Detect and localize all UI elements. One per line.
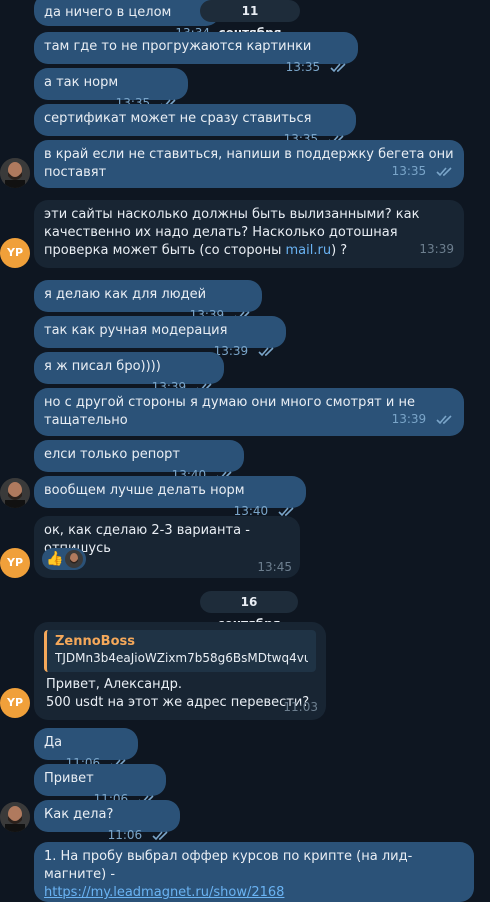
message-time: 11:06: [107, 828, 143, 842]
message-outgoing[interactable]: но с другой стороны я думаю они много см…: [34, 388, 464, 436]
message-meta: 13:39: [214, 344, 276, 358]
message-outgoing[interactable]: вообщем лучше делать норм 13:40: [34, 476, 306, 518]
message-text: а так норм: [44, 75, 119, 90]
double-check-icon: [436, 414, 454, 425]
message-text: так как ручная модерация: [44, 323, 228, 338]
message-time: 13:39: [419, 242, 454, 256]
message-time: 13:35: [391, 164, 427, 178]
message-incoming[interactable]: ZennoBoss TJDMn3b4eaJioWZixm7b58g6BsMDtw…: [34, 622, 326, 720]
message-meta: 13:35: [286, 60, 348, 74]
double-check-icon: [278, 506, 296, 517]
reply-quote[interactable]: ZennoBoss TJDMn3b4eaJioWZixm7b58g6BsMDtw…: [44, 630, 316, 672]
message-outgoing[interactable]: да ничего в целом 13:34: [34, 0, 220, 40]
chat-area: да ничего в целом 13:34 11 сентября там …: [0, 0, 490, 902]
message-outgoing[interactable]: елси только репорт 13:40: [34, 440, 244, 482]
message-outgoing[interactable]: так как ручная модерация 13:39: [34, 316, 286, 358]
date-separator: 11 сентября: [200, 0, 300, 40]
message-text: я ж писал бро)))): [44, 359, 161, 374]
date-separator: 16 сентября: [200, 591, 298, 631]
double-check-icon: [436, 166, 454, 177]
reaction-chip[interactable]: 👍: [42, 548, 86, 570]
message-text: Привет: [44, 771, 94, 786]
message-time: 13:45: [257, 560, 292, 574]
message-text: вообщем лучше делать норм: [44, 483, 245, 498]
message-meta: 13:35: [392, 164, 454, 178]
message-link[interactable]: https://my.leadmagnet.ru/show/2168: [44, 884, 464, 902]
message-link[interactable]: mail.ru: [285, 243, 331, 258]
user-avatar[interactable]: [0, 802, 30, 832]
reply-text: TJDMn3b4eaJioWZixm7b58g6BsMDtwq4vu: [55, 651, 308, 665]
thumbs-up-icon: 👍: [46, 551, 64, 567]
double-check-icon: [258, 346, 276, 357]
person-photo-icon: [0, 478, 30, 508]
double-check-icon: [330, 62, 348, 73]
contact-avatar[interactable]: YP: [0, 548, 30, 578]
message-time: 13:35: [285, 60, 321, 74]
message-meta: 11:06: [108, 828, 170, 842]
message-outgoing[interactable]: а так норм 13:35: [34, 68, 188, 110]
contact-avatar[interactable]: YP: [0, 238, 30, 268]
message-text: но с другой стороны я думаю они много см…: [44, 395, 415, 428]
user-avatar[interactable]: [0, 478, 30, 508]
message-text: там где то не прогружаются картинки: [44, 39, 312, 54]
reactions-bar: 👍: [42, 548, 86, 570]
message-time: 13:39: [391, 412, 427, 426]
message-time: 11:03: [283, 700, 318, 714]
person-photo-icon: [0, 802, 30, 832]
message-outgoing[interactable]: я ж писал бро)))) 13:39: [34, 352, 224, 394]
reactor-avatar-icon: [65, 550, 83, 568]
message-text-tail: ) ?: [331, 243, 348, 258]
message-text: сертификат может не сразу ставиться: [44, 111, 312, 126]
contact-avatar[interactable]: YP: [0, 688, 30, 718]
message-text: Как дела?: [44, 807, 114, 822]
message-outgoing[interactable]: Как дела? 11:06: [34, 800, 180, 842]
reply-author: ZennoBoss: [55, 634, 135, 649]
message-text: 500 usdt на этот же адрес перевести?: [46, 695, 310, 710]
message-outgoing[interactable]: Да 11:06: [34, 728, 138, 770]
person-photo-icon: [0, 158, 30, 188]
message-text: я делаю как для людей: [44, 287, 207, 302]
user-avatar[interactable]: [0, 158, 30, 188]
message-meta: 13:39: [392, 412, 454, 426]
message-text: 1. На пробу выбрал оффер курсов по крипт…: [44, 849, 413, 882]
message-text: да ничего в целом: [44, 5, 172, 20]
message-text: Привет, Александр.: [46, 677, 183, 692]
message-text: Да: [44, 735, 63, 750]
message-outgoing[interactable]: сертификат может не сразу ставиться 13:3…: [34, 104, 356, 146]
message-outgoing[interactable]: в край если не ставиться, напиши в подде…: [34, 140, 464, 188]
message-outgoing[interactable]: там где то не прогружаются картинки 13:3…: [34, 32, 358, 74]
message-incoming[interactable]: эти сайты насколько должны быть вылизанн…: [34, 200, 464, 268]
message-outgoing[interactable]: Привет 11:06: [34, 764, 166, 806]
double-check-icon: [152, 830, 170, 841]
message-outgoing[interactable]: 1. На пробу выбрал оффер курсов по крипт…: [34, 842, 474, 902]
message-outgoing[interactable]: я делаю как для людей 13:39: [34, 280, 262, 322]
message-text: елси только репорт: [44, 447, 180, 462]
message-text: эти сайты насколько должны быть вылизанн…: [44, 207, 420, 258]
message-incoming[interactable]: ок, как сделаю 2-3 варианта - отпишусь 👍…: [34, 516, 300, 578]
